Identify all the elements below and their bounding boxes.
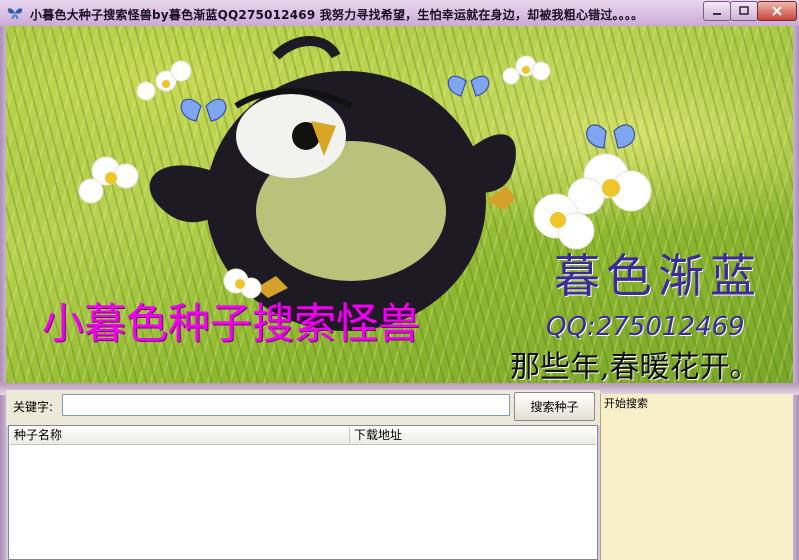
window-frame-right	[793, 26, 799, 560]
close-icon	[772, 6, 782, 16]
search-bar: 关键字: 搜索种子	[6, 390, 600, 426]
banner-image: 小暮色种子搜索怪兽 暮色渐蓝 QQ:275012469 那些年,春暖花开。	[6, 26, 793, 384]
maximize-icon	[739, 6, 749, 15]
minimize-icon	[713, 13, 721, 15]
minimize-button[interactable]	[703, 1, 731, 21]
title-bar[interactable]: 小暮色大种子搜索怪兽by暮色渐蓝QQ275012469 我努力寻找希望，生怕幸运…	[0, 0, 799, 26]
signature-qq: QQ:275012469	[546, 312, 745, 342]
column-header-url[interactable]: 下载地址	[350, 427, 598, 444]
search-button[interactable]: 搜索种子	[514, 392, 595, 421]
window-title: 小暮色大种子搜索怪兽by暮色渐蓝QQ275012469 我努力寻找希望，生怕幸运…	[30, 8, 644, 22]
signature-poem: 那些年,春暖花开。	[510, 350, 760, 384]
results-header: 种子名称 下载地址	[10, 427, 596, 445]
keyword-input[interactable]	[62, 394, 510, 416]
keyword-label: 关键字:	[13, 400, 54, 414]
results-list[interactable]: 种子名称 下载地址	[8, 425, 598, 560]
status-text: 开始搜索	[604, 397, 648, 410]
status-panel[interactable]: 开始搜索	[600, 394, 793, 560]
banner-caption: 小暮色种子搜索怪兽	[42, 299, 421, 348]
column-header-name[interactable]: 种子名称	[10, 427, 350, 444]
butterfly-icon	[7, 8, 23, 19]
signature-name: 暮色渐蓝	[554, 249, 762, 303]
close-button[interactable]	[757, 1, 797, 21]
maximize-button[interactable]	[730, 1, 758, 21]
